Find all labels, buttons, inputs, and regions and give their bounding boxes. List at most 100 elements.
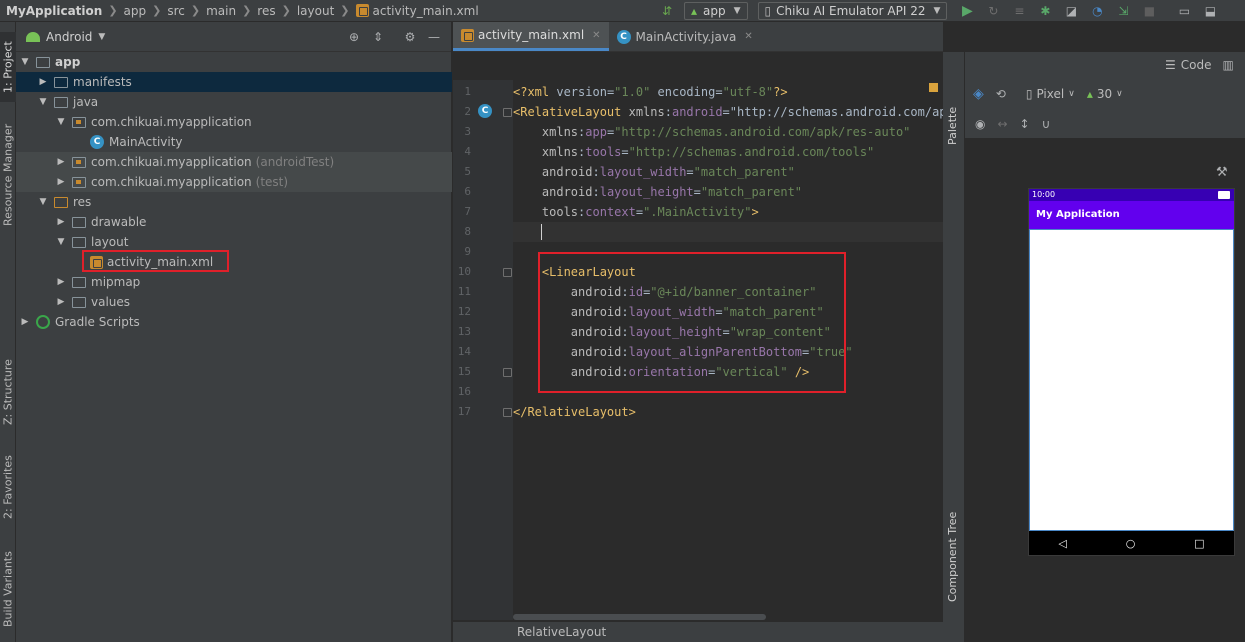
tab-activity-main-xml[interactable]: activity_main.xml ✕	[453, 22, 609, 51]
run-config-select[interactable]: ▴ app ▼	[684, 2, 748, 20]
tree-item[interactable]: ▼ layout	[16, 232, 452, 252]
tree-item[interactable]: ▼ res	[16, 192, 452, 212]
line-number: 6	[464, 185, 471, 198]
fold-icon[interactable]	[503, 268, 512, 277]
tree-item[interactable]: ▼ com.chikuai.myapplication	[16, 112, 452, 132]
chevron-right-icon[interactable]: ▶	[56, 217, 66, 227]
chevron-right-icon[interactable]: ▶	[56, 157, 66, 167]
chevron-right-icon[interactable]: ▶	[56, 277, 66, 287]
magnet-icon[interactable]: ∪	[1042, 117, 1051, 131]
breadcrumb-main[interactable]: main	[206, 4, 236, 18]
chevron-down-icon[interactable]: ▼	[38, 97, 48, 107]
wrench-icon[interactable]: ⚒	[1216, 165, 1228, 180]
breadcrumb-file[interactable]: activity_main.xml	[355, 3, 479, 18]
chevron-down-icon[interactable]: ▼	[20, 57, 30, 67]
chevron-down-icon[interactable]: ▼	[38, 197, 48, 207]
tab-palette[interactable]: Palette	[946, 90, 962, 145]
stop-icon[interactable]: ■	[1141, 3, 1157, 19]
tree-item[interactable]: ▼ java	[16, 92, 452, 112]
code-line[interactable]	[513, 222, 943, 242]
chevron-down-icon[interactable]: ▼	[56, 117, 66, 127]
tab-project-label: 1: Project	[1, 41, 15, 93]
tree-item[interactable]: ▶ mipmap	[16, 272, 452, 292]
chevron-right-icon[interactable]: ▶	[38, 77, 48, 87]
device-preview[interactable]: 10:00 My Application ◁ ○ □	[1028, 188, 1235, 556]
code-line[interactable]: <?xml version="1.0" encoding="utf-8"?>	[513, 82, 943, 102]
profile-icon[interactable]: ◔	[1089, 3, 1105, 19]
tab-main-activity-java[interactable]: C MainActivity.java ✕	[609, 22, 761, 51]
device-manager-icon[interactable]: ▭	[1176, 3, 1192, 19]
breadcrumb-src[interactable]: src	[167, 4, 185, 18]
chevron-down-icon[interactable]: ▼	[56, 237, 66, 247]
close-icon[interactable]: ✕	[592, 30, 600, 41]
attach-debugger-icon[interactable]: ⇲	[1115, 3, 1131, 19]
tab-build-variants[interactable]: Build Variants	[0, 542, 16, 637]
fold-icon[interactable]	[503, 368, 512, 377]
breadcrumb-app[interactable]: app	[124, 4, 147, 18]
chevron-right-icon[interactable]: ▶	[20, 317, 30, 327]
tree-item-label: MainActivity	[109, 135, 183, 149]
device-select[interactable]: ▯ Chiku AI Emulator API 22 ▼	[757, 2, 948, 20]
chevron-down-icon: ∨	[1068, 89, 1075, 99]
tree-item[interactable]: ▶ drawable	[16, 212, 452, 232]
minimize-icon[interactable]: —	[425, 30, 443, 44]
tree-item[interactable]: ▼ app	[16, 52, 452, 72]
code-line[interactable]: </RelativeLayout>	[513, 402, 943, 422]
tab-project[interactable]: 1: Project	[0, 32, 16, 102]
locate-icon[interactable]: ⊕	[345, 30, 363, 44]
tree-item[interactable]: ▶ com.chikuai.myapplication (androidTest)	[16, 152, 452, 172]
tab-component-tree[interactable]: Component Tree	[946, 507, 962, 602]
code-line[interactable]: android:layout_height="match_parent"	[513, 182, 943, 202]
tree-item[interactable]: C MainActivity	[16, 132, 452, 152]
gear-icon[interactable]: ⚙	[401, 30, 419, 44]
project-view-select[interactable]: Android	[46, 30, 92, 44]
chevron-right-icon[interactable]: ▶	[56, 297, 66, 307]
horizontal-scrollbar[interactable]	[513, 614, 766, 620]
layers-icon[interactable]: ◈	[973, 86, 984, 102]
apply-changes-icon[interactable]: ↻	[985, 3, 1001, 19]
chevron-right-icon[interactable]: ▶	[56, 177, 66, 187]
run-icon[interactable]: ▶	[959, 3, 975, 19]
api-select[interactable]: ▴ 30 ∨	[1087, 87, 1123, 101]
device-select[interactable]: ▯ Pixel ∨	[1026, 87, 1075, 101]
code-line[interactable]: <RelativeLayout xmlns:android="http://sc…	[513, 102, 943, 122]
breadcrumb-layout[interactable]: layout	[297, 4, 334, 18]
split-view-icon[interactable]: ▥	[1223, 58, 1234, 72]
code-line[interactable]: android:layout_width="match_parent"	[513, 162, 943, 182]
tree-item[interactable]: ▶ values	[16, 292, 452, 312]
editor-breadcrumb-label[interactable]: RelativeLayout	[517, 625, 606, 639]
fold-icon[interactable]	[503, 108, 512, 117]
phone-icon: ▯	[1025, 87, 1033, 101]
tab-structure[interactable]: Z: Structure	[0, 347, 16, 437]
debug-icon[interactable]: ✱	[1037, 3, 1053, 19]
sdk-manager-icon[interactable]: ⬓	[1202, 3, 1218, 19]
pan-vertical-icon[interactable]: ↕	[1020, 117, 1030, 131]
code-view-button[interactable]: ☰ Code ▥	[1165, 55, 1234, 75]
warning-marker-icon[interactable]	[929, 83, 938, 92]
tab-resource-manager[interactable]: Resource Manager	[0, 120, 16, 230]
tree-item[interactable]: ▶ Gradle Scripts	[16, 312, 452, 332]
hammer-icon[interactable]: ⇵	[659, 3, 675, 19]
collapse-all-icon[interactable]: ⇕	[369, 30, 387, 44]
tab-favorites[interactable]: 2: Favorites	[0, 447, 16, 527]
code-line[interactable]: xmlns:app="http://schemas.android.com/ap…	[513, 122, 943, 142]
phone-content[interactable]	[1029, 229, 1234, 531]
chevron-down-icon[interactable]: ▼	[98, 32, 105, 42]
line-number: 5	[464, 165, 471, 178]
class-icon[interactable]: C	[478, 104, 492, 118]
pan-horizontal-icon[interactable]: ↔	[997, 117, 1007, 131]
breadcrumb-project[interactable]: MyApplication	[0, 4, 102, 18]
breadcrumb-res[interactable]: res	[257, 4, 275, 18]
fold-icon[interactable]	[503, 408, 512, 417]
breadcrumb-separator: ❯	[242, 4, 252, 17]
recents-icon: □	[1194, 536, 1205, 550]
eye-icon[interactable]: ◉	[975, 117, 985, 131]
apply-code-changes-icon[interactable]: ≡	[1011, 3, 1027, 19]
code-line[interactable]: xmlns:tools="http://schemas.android.com/…	[513, 142, 943, 162]
tree-item[interactable]: ▶ com.chikuai.myapplication (test)	[16, 172, 452, 192]
tree-item[interactable]: ▶ manifests	[16, 72, 452, 92]
code-line[interactable]: tools:context=".MainActivity">	[513, 202, 943, 222]
close-icon[interactable]: ✕	[744, 31, 752, 42]
coverage-icon[interactable]: ◪	[1063, 3, 1079, 19]
orientation-icon[interactable]: ⟲	[996, 87, 1006, 101]
